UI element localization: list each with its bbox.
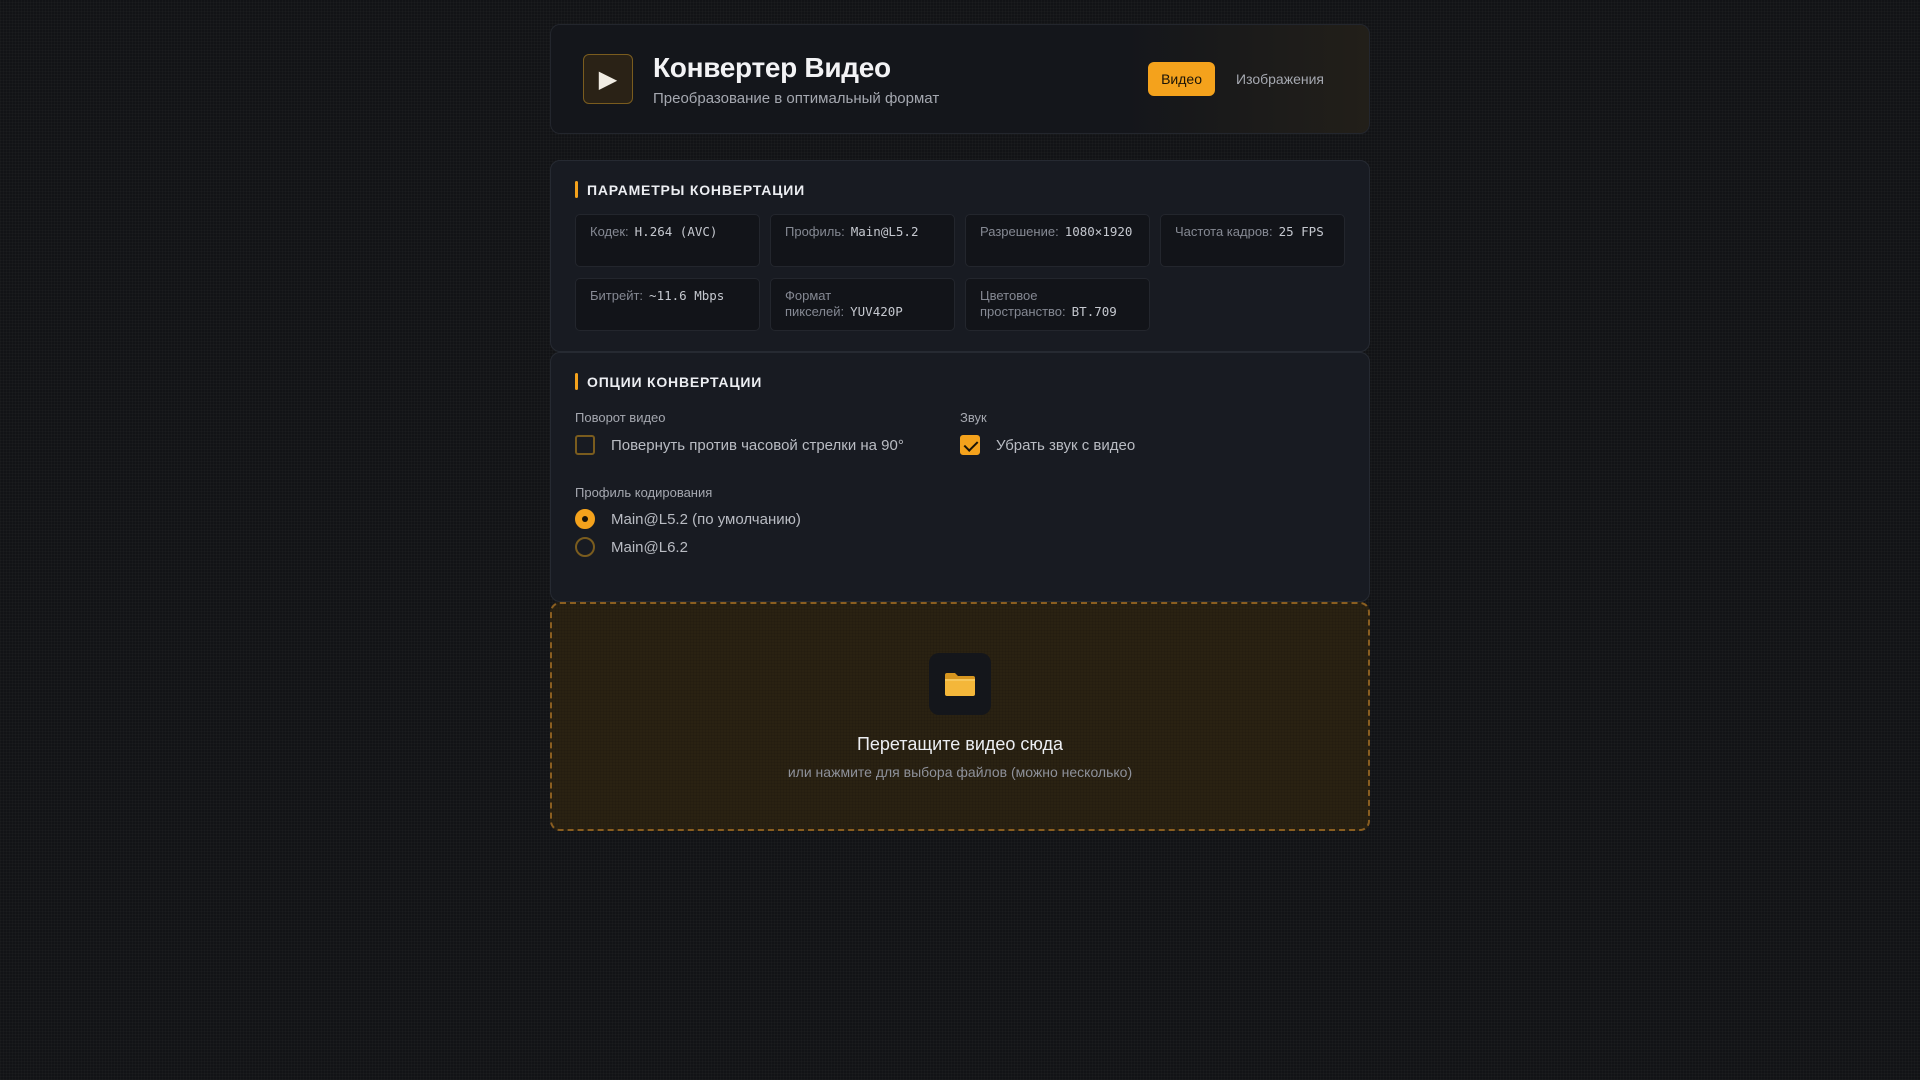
profile-option-l52[interactable]: Main@L5.2 (по умолчанию) <box>575 509 1345 529</box>
header-titles: Конвертер Видео Преобразование в оптимал… <box>653 52 939 107</box>
param-label: Частота кадров: <box>1175 224 1273 239</box>
param-value: H.264 (AVC) <box>634 224 718 239</box>
profile-option-l62[interactable]: Main@L6.2 <box>575 537 1345 557</box>
param-label: Кодек: <box>590 224 629 239</box>
folder-icon <box>945 673 975 696</box>
param-codec: Кодек: H.264 (AVC) <box>575 214 760 267</box>
param-pixel-format: Формат пикселей: YUV420P <box>770 278 955 331</box>
param-label: Разрешение: <box>980 224 1059 239</box>
encoding-profile-label: Профиль кодирования <box>575 485 713 500</box>
params-section-title: ПАРАМЕТРЫ КОНВЕРТАЦИИ <box>575 181 1345 198</box>
sound-group: Звук Убрать звук с видео <box>960 410 1345 455</box>
param-color-space: Цветовое пространство: BT.709 <box>965 278 1150 331</box>
param-value: 25 FPS <box>1278 224 1324 239</box>
app-title: Конвертер Видео <box>653 51 891 83</box>
tab-video[interactable]: Видео <box>1148 62 1215 96</box>
accent-bar <box>575 181 578 198</box>
param-resolution: Разрешение: 1080×1920 <box>965 214 1150 267</box>
rotation-label: Поворот видео <box>575 410 666 425</box>
rotate-checkbox-label: Повернуть против часовой стрелки на 90° <box>611 436 904 454</box>
param-value: BT.709 <box>1071 304 1117 319</box>
param-value: Main@L5.2 <box>850 224 919 239</box>
sound-label: Звук <box>960 410 987 425</box>
rotate-checkbox[interactable] <box>575 435 595 455</box>
param-framerate: Частота кадров: 25 FPS <box>1160 214 1345 267</box>
profile-radio-l62[interactable] <box>575 537 595 557</box>
folder-icon-box <box>929 653 991 715</box>
mode-tabs: Видео Изображения <box>1148 62 1337 96</box>
profile-radio-label: Main@L5.2 (по умолчанию) <box>611 510 801 528</box>
options-section-title: ОПЦИИ КОНВЕРТАЦИИ <box>575 373 1345 390</box>
play-icon: ▶ <box>583 54 633 104</box>
profile-radio-l52[interactable] <box>575 509 595 529</box>
options-columns: Поворот видео Повернуть против часовой с… <box>575 410 1345 455</box>
param-label: Профиль: <box>785 224 845 239</box>
rotate-option[interactable]: Повернуть против часовой стрелки на 90° <box>575 435 960 455</box>
param-profile: Профиль: Main@L5.2 <box>770 214 955 267</box>
app-container: ▶ Конвертер Видео Преобразование в оптим… <box>550 24 1370 831</box>
encoding-profile-group: Профиль кодирования Main@L5.2 (по умолча… <box>575 485 1345 557</box>
profile-radio-label: Main@L6.2 <box>611 538 688 556</box>
params-grid: Кодек: H.264 (AVC) Профиль: Main@L5.2 Разр… <box>575 214 1345 331</box>
param-label: Битрейт: <box>590 288 644 303</box>
param-value: 1080×1920 <box>1064 224 1133 239</box>
app-header: ▶ Конвертер Видео Преобразование в оптим… <box>550 24 1370 134</box>
mute-option[interactable]: Убрать звук с видео <box>960 435 1345 455</box>
param-value: ~11.6 Mbps <box>649 288 725 303</box>
accent-bar <box>575 373 578 390</box>
tab-images[interactable]: Изображения <box>1223 62 1337 96</box>
param-bitrate: Битрейт: ~11.6 Mbps <box>575 278 760 331</box>
param-label: Цветовое пространство: <box>980 288 1066 319</box>
mute-checkbox-label: Убрать звук с видео <box>996 436 1136 454</box>
rotation-group: Поворот видео Повернуть против часовой с… <box>575 410 960 455</box>
param-label: Формат пикселей: <box>785 288 845 319</box>
dropzone-title: Перетащите видео сюда <box>856 734 1064 754</box>
app-subtitle: Преобразование в оптимальный формат <box>653 89 940 107</box>
video-dropzone[interactable]: Перетащите видео сюда или нажмите для вы… <box>550 602 1370 831</box>
params-title-text: ПАРАМЕТРЫ КОНВЕРТАЦИИ <box>587 181 805 198</box>
param-value: YUV420P <box>850 304 903 319</box>
options-title-text: ОПЦИИ КОНВЕРТАЦИИ <box>587 373 763 390</box>
conversion-params-panel: ПАРАМЕТРЫ КОНВЕРТАЦИИ Кодек: H.264 (AVC) … <box>550 160 1370 352</box>
mute-checkbox[interactable] <box>960 435 980 455</box>
conversion-options-panel: ОПЦИИ КОНВЕРТАЦИИ Поворот видео Повернут… <box>550 352 1370 602</box>
dropzone-subtitle: или нажмите для выбора файлов (можно нес… <box>787 764 1133 780</box>
